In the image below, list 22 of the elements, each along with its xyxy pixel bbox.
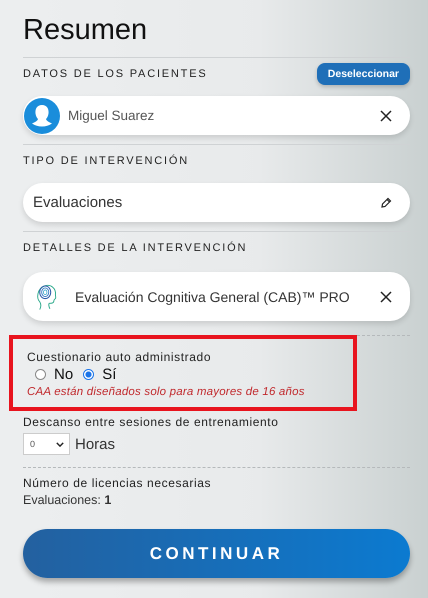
radio-option[interactable]: Sí <box>83 366 116 383</box>
pencil-icon[interactable] <box>380 196 392 208</box>
close-icon[interactable] <box>380 290 392 302</box>
page-title: Resumen <box>23 13 148 48</box>
test-name: Evaluación Cognitiva General (CAB)™ PRO <box>75 288 351 304</box>
close-icon[interactable] <box>380 110 392 122</box>
hours-select[interactable]: 0 <box>23 433 70 455</box>
license-count: Evaluaciones: 1 <box>23 493 112 507</box>
unit-label: Horas <box>75 436 116 452</box>
section-label: DATOS DE LOS PACIENTES <box>23 68 208 80</box>
deselect-button[interactable]: Deseleccionar <box>316 63 410 85</box>
field-label: Cuestionario auto administrado <box>27 350 212 364</box>
caret-icon <box>56 442 64 446</box>
section-label: TIPO DE INTERVENCIÓN <box>23 155 189 167</box>
patient-name: Miguel Suarez <box>68 108 156 123</box>
field-label: Número de licencias necesarias <box>23 476 212 490</box>
radio-option[interactable]: No <box>35 366 74 383</box>
field-label: Descanso entre sesiones de entrenamiento <box>23 415 280 429</box>
intervention-type: Evaluaciones <box>33 194 124 211</box>
warning-text: CAA están diseñados solo para mayores de 16 años <box>27 386 306 398</box>
section-label: DETALLES DE LA INTERVENCIÓN <box>23 242 248 254</box>
continue-button[interactable]: CONTINUAR <box>23 529 410 578</box>
